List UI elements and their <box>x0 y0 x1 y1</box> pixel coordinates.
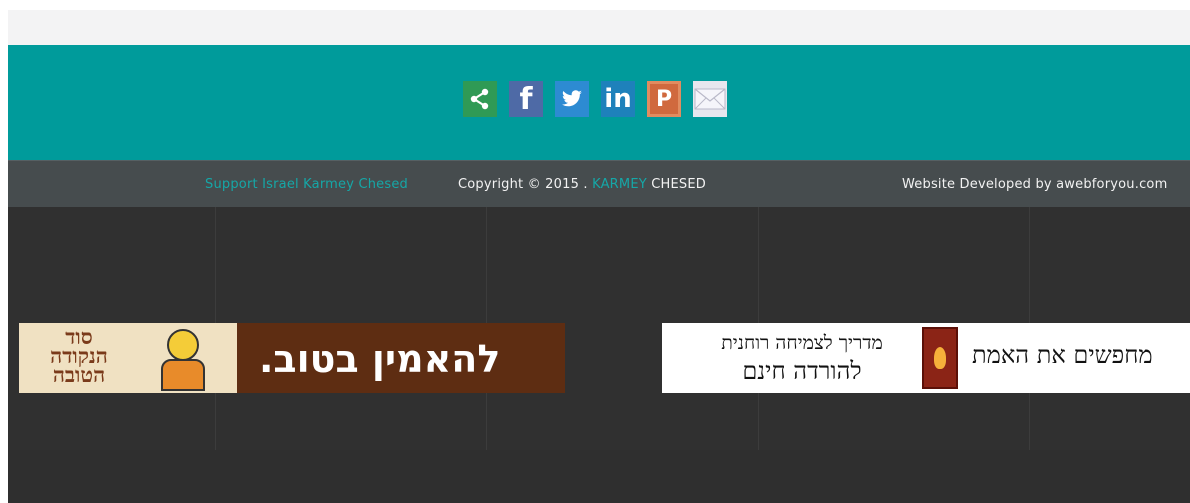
guide-line2: להורדה חינם <box>742 357 862 385</box>
figure-head <box>167 329 199 361</box>
social-share-icons: f in P <box>463 81 727 117</box>
banner-guide-text: מדריך לצמיחה רוחנית להורדה חינם <box>682 329 922 385</box>
banner-logo: סוד הנקודה הטובה <box>19 323 139 393</box>
logo-line: הטובה <box>52 362 106 387</box>
email-icon[interactable] <box>693 81 727 117</box>
banner-seeking-truth[interactable]: מדריך לצמיחה רוחנית להורדה חינם מחפשים א… <box>662 323 1190 393</box>
book-icon <box>922 327 958 389</box>
developer-credit[interactable]: Website Developed by awebforyou.com <box>902 177 1167 192</box>
footer-bar: Support Israel Karmey Chesed Copyright ©… <box>8 160 1190 207</box>
figure-body <box>161 359 205 391</box>
copyright-prefix: Copyright © 2015 . <box>458 177 593 192</box>
brand-highlight[interactable]: KARMEY <box>592 177 647 192</box>
share-icon[interactable] <box>463 81 497 117</box>
banner-title: מחפשים את האמת <box>972 341 1153 369</box>
facebook-icon[interactable]: f <box>509 81 543 117</box>
copyright-text: Copyright © 2015 . KARMEY CHESED <box>458 177 706 192</box>
linkedin-icon[interactable]: in <box>601 81 635 117</box>
support-link[interactable]: Support Israel Karmey Chesed <box>205 177 408 192</box>
pinterest-icon[interactable]: P <box>647 81 681 117</box>
page-bottom <box>8 450 1190 503</box>
cartoon-figure-image <box>161 329 205 391</box>
banner-headline: להאמין בטוב. <box>259 337 501 381</box>
twitter-icon[interactable] <box>555 81 589 117</box>
candle-flame-icon <box>934 347 946 369</box>
top-strip <box>8 10 1190 45</box>
brand-rest[interactable]: CHESED <box>647 177 706 192</box>
guide-line1: מדריך לצמיחה רוחנית <box>721 332 883 354</box>
banner-good-point[interactable]: סוד הנקודה הטובה להאמין בטוב. <box>19 323 565 393</box>
